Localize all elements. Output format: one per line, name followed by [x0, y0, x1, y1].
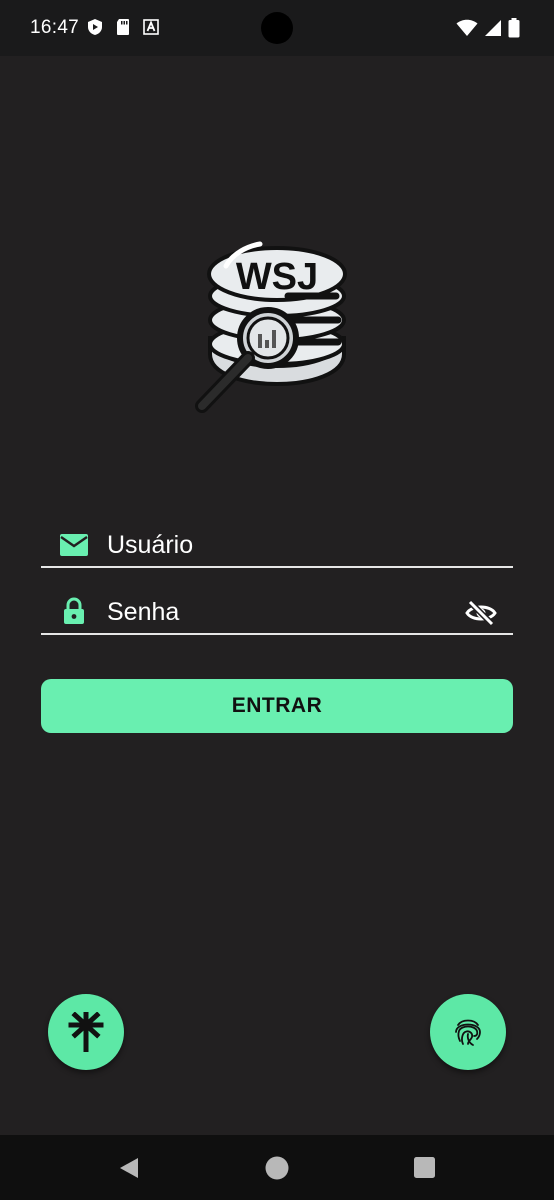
lock-icon: [64, 597, 84, 624]
shield-play-icon: [88, 19, 102, 35]
login-button[interactable]: ENTRAR: [41, 679, 513, 733]
back-icon[interactable]: [116, 1155, 142, 1181]
navigation-bar: [0, 1135, 554, 1200]
username-input[interactable]: [107, 526, 447, 564]
fingerprint-icon: [455, 1019, 481, 1046]
password-input[interactable]: [107, 593, 447, 631]
logo-text: WSJ: [236, 256, 318, 298]
fingerprint-button[interactable]: [430, 994, 506, 1070]
database-magnifier-logo: WSJ: [195, 241, 347, 413]
login-screen: 16:47 WSJ Usuário ENTRAR: [0, 0, 554, 1200]
sd-card-icon: [117, 19, 129, 35]
home-icon[interactable]: [264, 1155, 290, 1181]
font-a-icon: [143, 19, 159, 35]
battery-icon: [508, 18, 520, 38]
status-icons-left: [86, 18, 160, 36]
username-field: [41, 518, 513, 568]
camera-cutout: [261, 12, 293, 44]
status-time: 16:47: [30, 17, 80, 38]
wifi-icon: [456, 19, 478, 36]
status-icons-right: [456, 18, 520, 38]
password-field: [41, 585, 513, 635]
recents-icon[interactable]: [412, 1155, 438, 1181]
linktree-icon: [68, 1012, 104, 1052]
signal-icon: [485, 20, 501, 36]
linktree-button[interactable]: [48, 994, 124, 1070]
status-bar: 16:47: [0, 0, 554, 56]
email-icon: [60, 534, 88, 556]
eye-off-icon[interactable]: [465, 599, 497, 627]
